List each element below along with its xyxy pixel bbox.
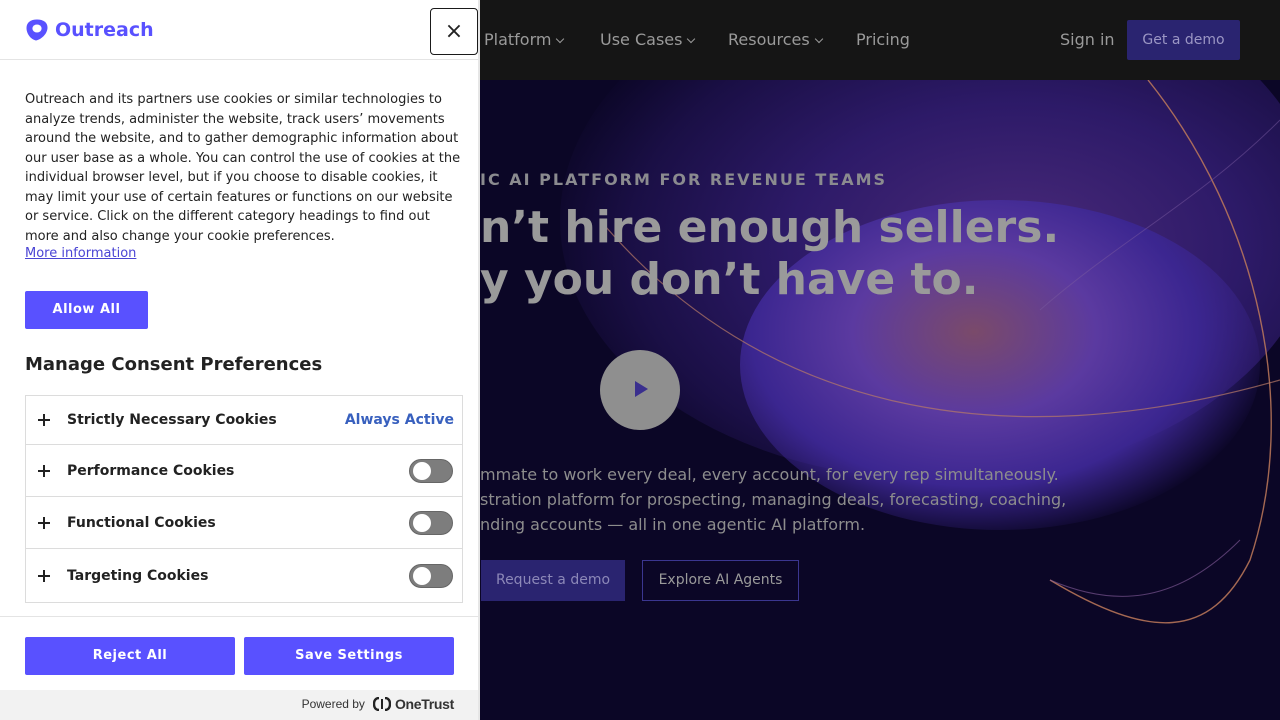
targeting-cookies-toggle[interactable] [409,563,453,588]
hero-headline: n’t hire enough sellers. y you don’t hav… [480,202,1060,305]
cookie-policy-text: Outreach and its partners use cookies or… [25,92,461,244]
chevron-down-icon [687,34,696,44]
nav-item-pricing[interactable]: Pricing [856,29,910,51]
explore-ai-agents-button[interactable]: Explore AI Agents [642,560,799,601]
cookie-category-list: Strictly Necessary Cookies Always Active… [25,395,463,603]
category-targeting[interactable]: Targeting Cookies [26,549,462,602]
category-functional[interactable]: Functional Cookies [26,497,462,549]
chevron-down-icon [814,34,823,44]
allow-all-button[interactable]: Allow All [25,291,148,329]
more-information-link[interactable]: More information [25,246,136,261]
performance-cookies-toggle[interactable] [409,458,453,483]
powered-by-bar: Powered by OneTrust [0,690,478,720]
chevron-down-icon [556,34,565,44]
plus-icon [38,414,50,426]
plus-icon [38,464,50,477]
panel-footer: Reject All Save Settings [0,616,478,690]
nav-item-use-cases[interactable]: Use Cases [600,29,696,51]
play-video-button[interactable] [600,350,680,430]
hero-subcopy: mmate to work every deal, every account,… [480,465,1067,534]
outreach-logo: Outreach [25,18,154,42]
save-settings-button[interactable]: Save Settings [244,637,454,675]
plus-icon [38,569,50,582]
cookie-preference-panel: Outreach × Outreach and its partners use… [0,0,480,720]
outreach-logo-icon [26,19,48,41]
category-performance[interactable]: Performance Cookies [26,445,462,497]
panel-header: Outreach × [0,0,478,60]
plus-icon [38,516,50,529]
onetrust-logo-icon [372,697,391,711]
manage-consent-title: Manage Consent Preferences [25,354,323,375]
nav-item-resources[interactable]: Resources [728,29,823,51]
category-strictly-necessary[interactable]: Strictly Necessary Cookies Always Active [26,396,462,445]
functional-cookies-toggle[interactable] [409,510,453,535]
request-demo-button[interactable]: Request a demo [481,560,625,601]
close-button[interactable]: × [430,8,478,55]
get-demo-button[interactable]: Get a demo [1127,20,1240,60]
nav-item-platform[interactable]: Platform [484,29,565,51]
reject-all-button[interactable]: Reject All [25,637,235,675]
sign-in-link[interactable]: Sign in [1060,29,1115,51]
close-icon: × [444,19,464,44]
play-icon [635,381,648,397]
powered-by-onetrust-link[interactable]: Powered by OneTrust [302,696,455,712]
always-active-label: Always Active [344,412,454,428]
hero-eyebrow: IC AI PLATFORM FOR REVENUE TEAMS [480,170,888,189]
